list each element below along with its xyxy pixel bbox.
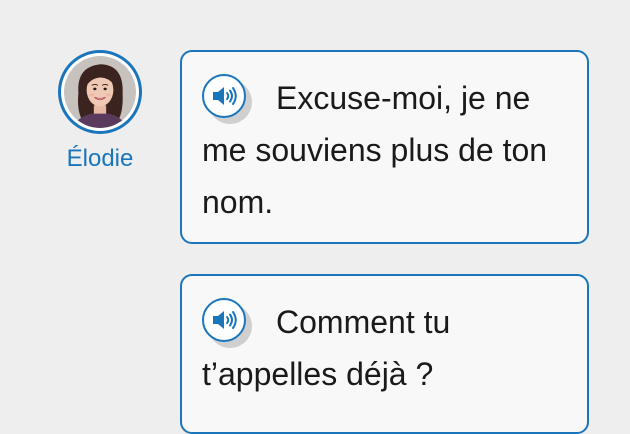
avatar [58,50,142,134]
message-bubble: Comment tu t’appelles déjà ? [180,274,589,434]
message-bubble: Excuse-moi, je ne me souviens plus de to… [180,50,589,244]
play-audio-button[interactable] [202,74,258,124]
avatar-portrait-image [64,56,136,128]
speaker-volume-icon [213,311,237,329]
speaker-block: Élodie [55,50,145,174]
play-audio-button[interactable] [202,298,258,348]
speaker-name: Élodie [66,145,134,172]
speaker-volume-icon [213,87,237,105]
